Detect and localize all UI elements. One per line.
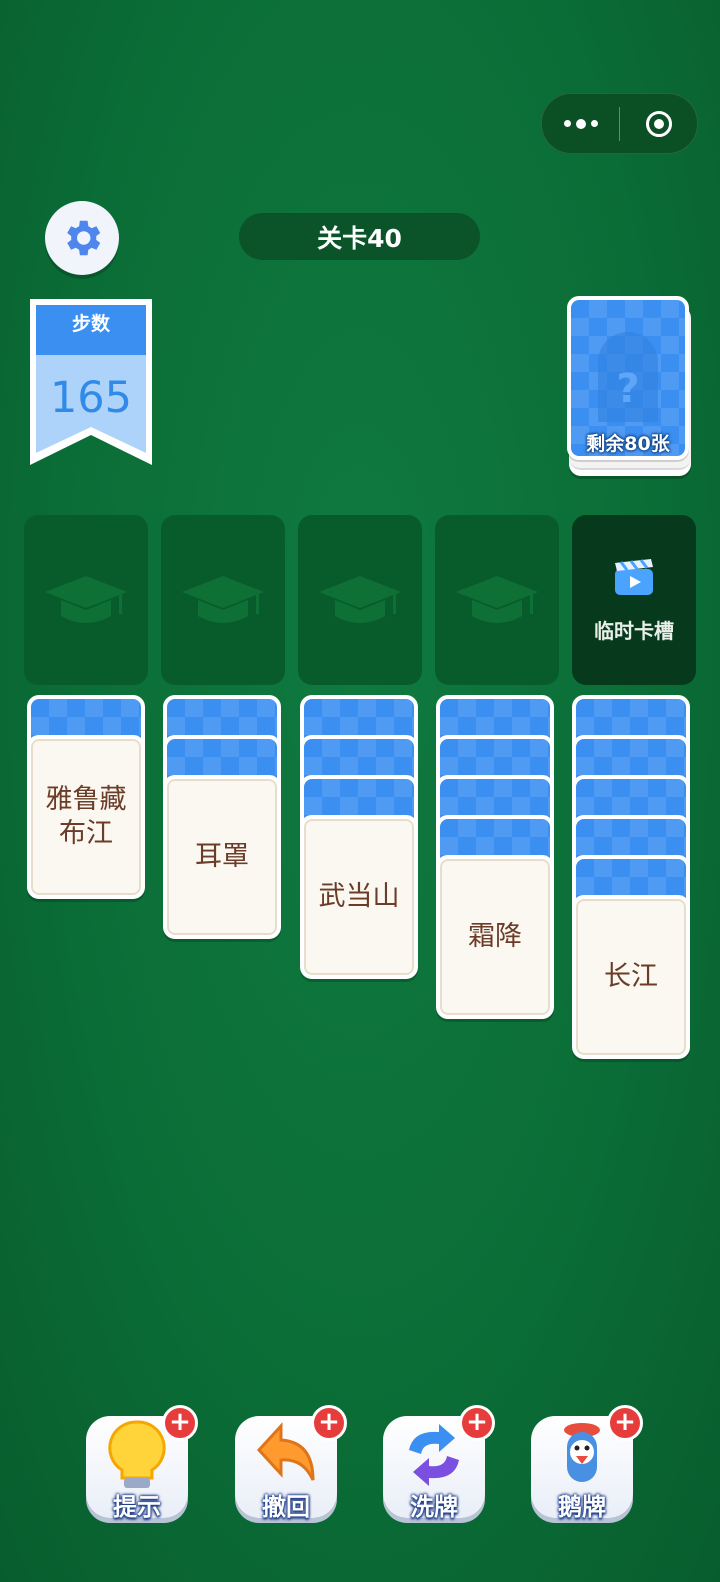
goose-card-label: 鹅牌 bbox=[558, 1493, 606, 1521]
undo-arrow-icon bbox=[256, 1422, 315, 1481]
shuffle-label: 洗牌 bbox=[410, 1493, 458, 1521]
deck-remaining: 剩余80张 bbox=[586, 433, 670, 455]
undo-plus-icon[interactable]: + bbox=[311, 1405, 347, 1441]
hint-button[interactable]: 提示 + bbox=[86, 1405, 198, 1523]
face-up-card[interactable]: 霜降 bbox=[436, 855, 554, 1019]
settings-button[interactable] bbox=[45, 201, 119, 275]
shuffle-arrows-icon bbox=[409, 1424, 459, 1486]
face-up-card[interactable]: 武当山 bbox=[300, 815, 418, 979]
temp-slot-label: 临时卡槽 bbox=[594, 618, 674, 643]
close-button[interactable] bbox=[620, 94, 697, 153]
graduation-cap-icon bbox=[319, 576, 401, 623]
graduation-cap-icon bbox=[456, 576, 538, 623]
graduation-cap-icon bbox=[182, 576, 264, 623]
steps-value: 165 bbox=[49, 373, 133, 423]
shuffle-button[interactable]: 洗牌 + bbox=[383, 1405, 495, 1523]
shuffle-plus-icon[interactable]: + bbox=[459, 1405, 495, 1441]
face-up-card[interactable]: 雅鲁藏 布江 bbox=[27, 735, 145, 899]
more-button[interactable] bbox=[542, 94, 619, 153]
foundation-slot-4[interactable] bbox=[435, 515, 559, 685]
mystery-ghost-icon: ? bbox=[598, 332, 658, 422]
lightbulb-icon bbox=[108, 1420, 166, 1488]
more-dots-icon bbox=[563, 118, 598, 129]
gear-icon bbox=[67, 220, 101, 256]
hint-plus-icon[interactable]: + bbox=[162, 1405, 198, 1441]
video-clapper-icon bbox=[615, 558, 653, 595]
goose-icon bbox=[564, 1423, 600, 1482]
hint-label: 提示 bbox=[113, 1493, 161, 1521]
undo-button[interactable]: 撤回 + bbox=[235, 1405, 347, 1523]
temp-slot[interactable]: 临时卡槽 bbox=[572, 515, 696, 685]
face-up-card[interactable]: 耳罩 bbox=[163, 775, 281, 939]
target-circle-icon bbox=[645, 110, 672, 137]
steps-label: 步数 bbox=[71, 313, 110, 335]
goose-card-button[interactable]: 鹅牌 + bbox=[531, 1405, 643, 1523]
draw-deck[interactable]: ? 剩余80张 bbox=[567, 296, 693, 478]
mini-program-capsule bbox=[541, 93, 698, 154]
steps-banner: 步数 165 bbox=[28, 297, 154, 467]
foundation-slot-3[interactable] bbox=[298, 515, 422, 685]
foundation-slot-1[interactable] bbox=[24, 515, 148, 685]
level-title: 关卡40 bbox=[239, 213, 480, 260]
svg-text:?: ? bbox=[616, 366, 639, 412]
face-up-card[interactable]: 长江 bbox=[572, 895, 690, 1059]
foundation-slot-2[interactable] bbox=[161, 515, 285, 685]
graduation-cap-icon bbox=[45, 576, 127, 623]
undo-label: 撤回 bbox=[262, 1493, 310, 1521]
goose-card-plus-icon[interactable]: + bbox=[607, 1405, 643, 1441]
